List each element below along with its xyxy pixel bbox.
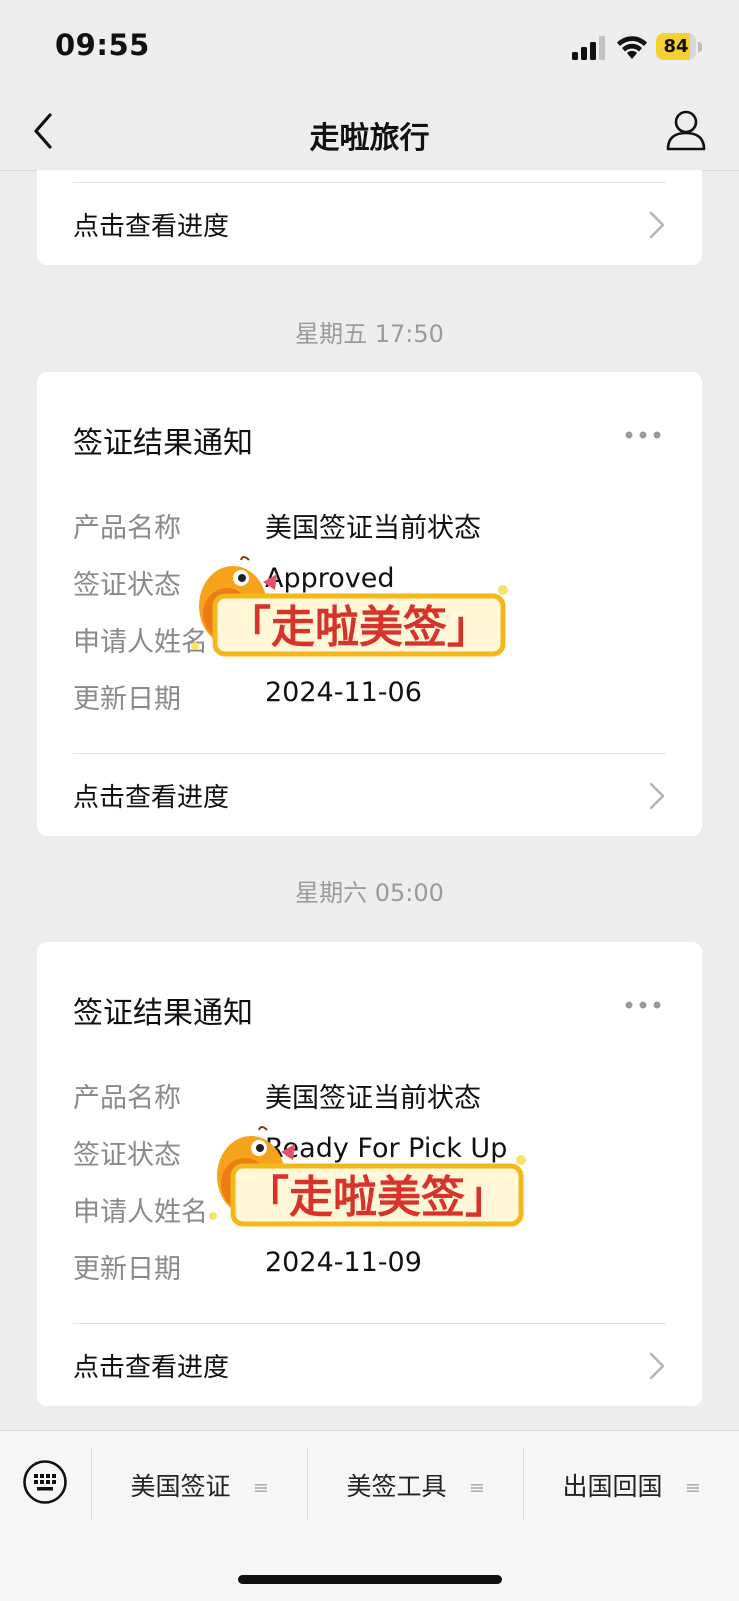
fish-logo-watermark: 「走啦美签」: [191, 556, 508, 657]
menu-item-label: 美签工具: [308, 1467, 523, 1503]
menu-item-us-visa[interactable]: 美国签证: [92, 1445, 307, 1521]
view-progress-row[interactable]: 点击查看进度: [73, 182, 666, 264]
menu-lines-icon: [687, 1484, 700, 1492]
message-timestamp: 星期六 05:00: [295, 879, 444, 907]
field-label-product: 产品名称: [73, 513, 181, 544]
nav-bar: 走啦旅行: [0, 95, 739, 171]
view-progress-row[interactable]: 点击查看进度: [73, 1323, 666, 1405]
cellular-signal-icon: [572, 36, 605, 60]
menu-item-label: 美国签证: [92, 1467, 307, 1503]
message-card-previous: 点击查看进度: [37, 170, 702, 265]
profile-icon[interactable]: [666, 109, 706, 151]
field-label-update-date: 更新日期: [73, 1254, 181, 1285]
card-title: 签证结果通知: [73, 996, 253, 1031]
status-time: 09:55: [55, 28, 150, 62]
view-progress-row[interactable]: 点击查看进度: [73, 753, 666, 835]
field-label-status: 签证状态: [73, 1140, 181, 1171]
chevron-right-icon: [649, 211, 665, 239]
view-progress-label: 点击查看进度: [73, 1353, 230, 1383]
battery-indicator: 84: [656, 33, 702, 60]
chevron-right-icon: [649, 782, 665, 810]
message-timestamp: 星期五 17:50: [295, 320, 444, 348]
chevron-right-icon: [649, 1352, 665, 1380]
watermark-text: 「走啦美签」: [227, 602, 491, 653]
fish-logo-watermark: 「走啦美签」: [209, 1126, 526, 1227]
wifi-icon: [617, 36, 647, 59]
field-value-product: 美国签证当前状态: [265, 1083, 481, 1114]
field-value-product: 美国签证当前状态: [265, 513, 481, 544]
view-progress-label: 点击查看进度: [73, 212, 230, 242]
page-title: 走啦旅行: [309, 121, 430, 156]
keyboard-icon[interactable]: [22, 1459, 68, 1505]
field-value-update-date: 2024-11-06: [265, 677, 422, 708]
home-indicator: [238, 1575, 502, 1584]
menu-item-travel[interactable]: 出国回国: [524, 1445, 739, 1521]
field-value-update-date: 2024-11-09: [265, 1247, 422, 1278]
field-label-update-date: 更新日期: [73, 684, 181, 715]
battery-level: 84: [663, 36, 689, 57]
status-bar: 09:55 84: [0, 0, 739, 95]
menu-lines-icon: [471, 1484, 484, 1492]
menu-lines-icon: [255, 1484, 268, 1492]
card-title: 签证结果通知: [73, 426, 253, 461]
menu-item-visa-tools[interactable]: 美签工具: [308, 1445, 523, 1521]
more-options-icon[interactable]: [624, 1000, 662, 1010]
more-options-icon[interactable]: [624, 430, 662, 440]
menu-item-label: 出国回国: [524, 1467, 739, 1503]
field-label-product: 产品名称: [73, 1083, 181, 1114]
field-label-status: 签证状态: [73, 570, 181, 601]
watermark-text: 「走啦美签」: [245, 1172, 509, 1223]
view-progress-label: 点击查看进度: [73, 783, 230, 813]
field-label-applicant: 申请人姓名: [73, 1197, 208, 1228]
